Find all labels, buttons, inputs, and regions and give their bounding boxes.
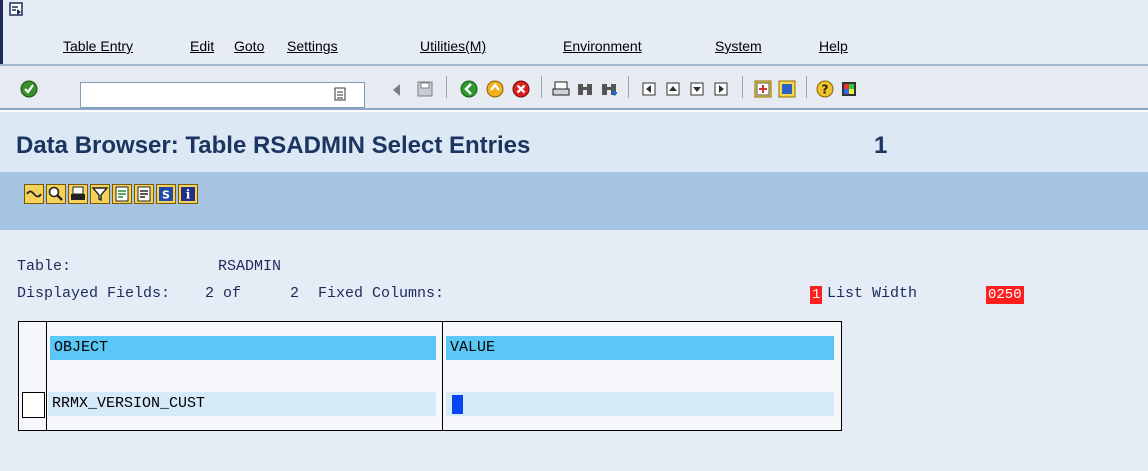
display-icon[interactable] [24,184,44,204]
find-icon[interactable] [576,80,594,98]
command-dropdown-icon[interactable] [334,87,346,101]
table-cell-value[interactable] [446,392,834,416]
window-icon-bar [0,0,1148,30]
title-hit-count: 1 [874,132,888,159]
create-session-icon[interactable] [754,80,772,98]
text-cursor [452,395,463,414]
menu-edit[interactable]: Edit [190,38,214,54]
save-icon[interactable] [416,80,434,98]
displayed-fields-value: 2 of [205,285,242,302]
details-icon[interactable] [46,184,66,204]
cancel-icon[interactable] [512,80,530,98]
back-arrow-icon[interactable] [388,81,406,99]
fixed-columns-value: 1 [810,286,823,304]
fixed-columns-label: Fixed Columns: [318,285,445,302]
list-width-value: 0250 [986,286,1024,304]
print-icon[interactable] [552,80,570,98]
enter-icon[interactable] [20,80,38,98]
table-value: RSADMIN [218,258,282,275]
svg-text:?: ? [822,83,829,97]
spreadsheet-icon[interactable] [112,184,132,204]
displayed-fields-total: 2 [290,285,300,302]
menu-help[interactable]: Help [819,38,848,54]
menu-table-entry[interactable]: Table Entry [63,38,133,54]
page-title: Data Browser: Table RSADMIN Select Entri… [16,132,531,159]
info-icon[interactable]: i [178,184,198,204]
layout-menu-icon[interactable] [840,80,858,98]
next-page-icon[interactable] [688,80,706,98]
menu-settings[interactable]: Settings [287,38,338,54]
column-header-object[interactable]: OBJECT [50,336,436,360]
svg-text:i: i [186,188,191,202]
row-select-checkbox[interactable] [22,392,45,418]
menu-utilities[interactable]: Utilities(M) [420,38,486,54]
list-width-label: List Width [827,285,918,302]
command-field[interactable] [80,82,365,108]
command-input[interactable] [81,83,364,107]
export-icon[interactable] [134,184,154,204]
help-icon[interactable]: ? [816,80,834,98]
table-label: Table: [17,258,72,275]
menu-bar: Table Entry Edit Goto Settings Utilities… [0,30,1148,64]
last-page-icon[interactable] [712,80,730,98]
filter-icon[interactable] [90,184,110,204]
svg-text:S: S [162,189,170,202]
title-area: Data Browser: Table RSADMIN Select Entri… [0,112,1148,172]
print-list-icon[interactable] [68,184,88,204]
displayed-fields-label: Displayed Fields: [17,285,171,302]
find-next-icon[interactable] [600,80,618,98]
table-cell-object[interactable]: RRMX_VERSION_CUST [48,392,436,416]
previous-page-icon[interactable] [664,80,682,98]
column-header-value[interactable]: VALUE [446,336,834,360]
menu-system[interactable]: System [715,38,762,54]
refresh-icon[interactable]: S [156,184,176,204]
first-page-icon[interactable] [640,80,658,98]
menu-environment[interactable]: Environment [563,38,642,54]
exit-icon[interactable] [486,80,504,98]
sap-menu-icon[interactable] [9,2,23,16]
shortcut-icon[interactable] [778,80,796,98]
back-icon[interactable] [460,80,478,98]
menu-goto[interactable]: Goto [234,38,264,54]
